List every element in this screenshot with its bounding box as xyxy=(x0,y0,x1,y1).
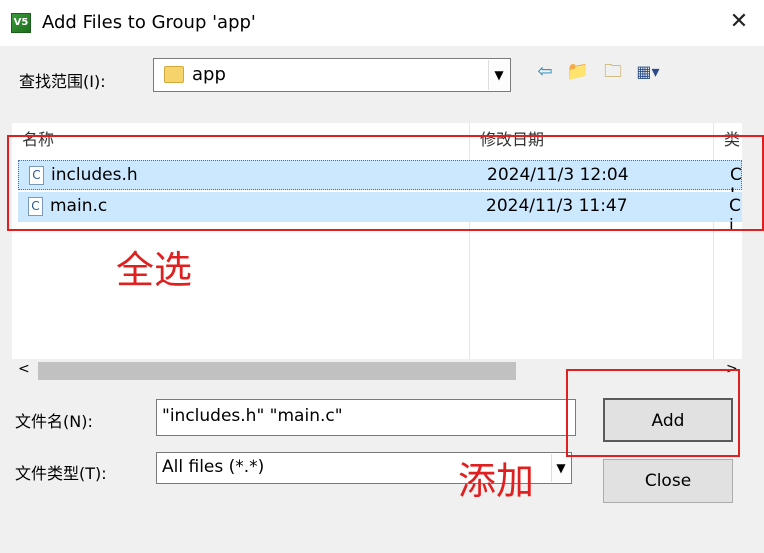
keil-app-icon: V5 xyxy=(11,13,31,33)
new-folder-icon[interactable]: 🗀 xyxy=(601,60,625,84)
folder-icon xyxy=(164,66,184,83)
back-arrow-icon[interactable]: ⇦ xyxy=(533,60,557,84)
sort-up-icon: ^ xyxy=(232,123,244,133)
title-bar: V5 Add Files to Group 'app' ✕ xyxy=(0,0,764,46)
chevron-down-icon[interactable]: ▼ xyxy=(551,454,570,482)
up-folder-icon[interactable]: 📁 xyxy=(566,60,590,84)
annotation-box-selection xyxy=(7,135,764,231)
chevron-down-icon[interactable]: ▼ xyxy=(488,60,509,90)
file-type-value: All files (*.*) xyxy=(162,457,265,477)
file-type-label: 文件类型(T): xyxy=(15,464,107,483)
scroll-thumb[interactable] xyxy=(38,362,516,380)
file-name-input[interactable]: "includes.h" "main.c" xyxy=(156,399,576,436)
look-in-combo[interactable]: app ▼ xyxy=(153,58,511,92)
window-title: Add Files to Group 'app' xyxy=(42,12,256,33)
scroll-left-icon[interactable]: < xyxy=(18,361,30,377)
annotation-box-add xyxy=(566,369,740,457)
close-icon[interactable]: ✕ xyxy=(727,10,751,34)
annotation-add: 添加 xyxy=(458,459,535,503)
look-in-label: 查找范围(I): xyxy=(19,72,106,91)
look-in-value: app xyxy=(192,64,226,85)
file-name-label: 文件名(N): xyxy=(15,412,93,431)
close-button[interactable]: Close xyxy=(603,459,733,503)
annotation-select-all: 全选 xyxy=(116,248,193,292)
add-files-dialog: V5 Add Files to Group 'app' ✕ 查找范围(I): a… xyxy=(0,0,764,553)
view-menu-icon[interactable]: ▦▾ xyxy=(636,60,660,84)
